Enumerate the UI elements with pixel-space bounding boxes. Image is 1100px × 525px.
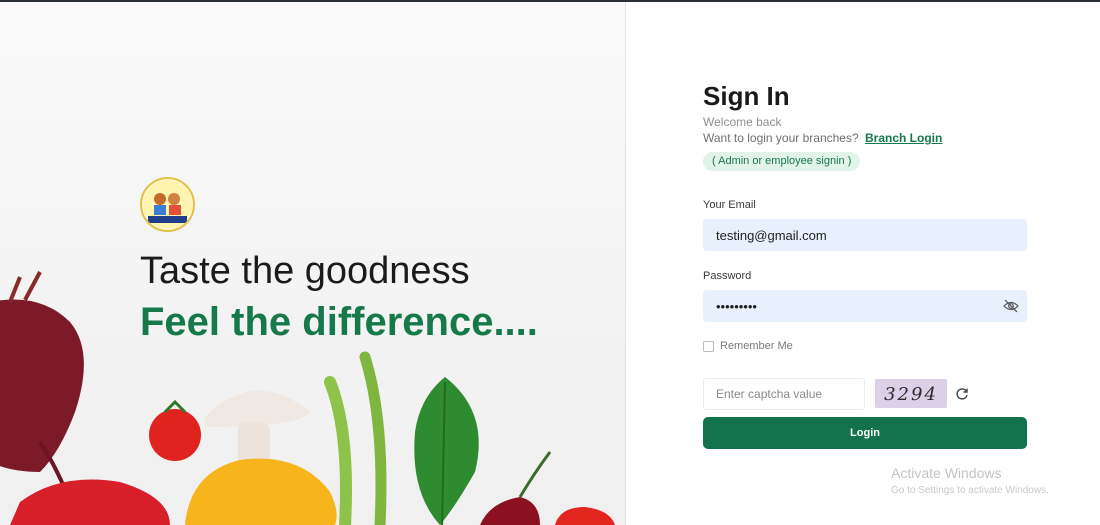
activate-windows-title: Activate Windows <box>891 465 1002 481</box>
remember-checkbox[interactable] <box>703 340 714 352</box>
page-title: Sign In <box>703 81 790 111</box>
eye-off-icon[interactable] <box>1003 299 1019 313</box>
password-label: Password <box>703 270 752 282</box>
activate-windows-subtitle: Go to Settings to activate Windows. <box>891 485 1049 496</box>
panel-divider <box>625 2 626 525</box>
welcome-text: Welcome back <box>703 115 782 129</box>
role-badge: ( Admin or employee signin ) <box>703 152 861 171</box>
email-label: Your Email <box>703 199 756 211</box>
remember-label: Remember Me <box>720 340 793 352</box>
password-field[interactable] <box>703 290 1027 322</box>
refresh-icon[interactable] <box>955 387 969 401</box>
hero-panel: Taste the goodness Feel the difference..… <box>0 2 625 525</box>
remember-me[interactable]: Remember Me <box>703 340 793 352</box>
login-button[interactable]: Login <box>703 417 1027 449</box>
branch-login-link[interactable]: Branch Login <box>865 131 942 145</box>
captcha-image: 3294 <box>875 379 947 408</box>
branch-prompt-text: Want to login your branches? <box>703 131 859 145</box>
brand-logo <box>140 177 195 232</box>
email-field[interactable] <box>703 219 1027 251</box>
captcha-input[interactable] <box>703 378 865 410</box>
branch-login-prompt: Want to login your branches? Branch Logi… <box>703 131 942 145</box>
tagline-secondary: Feel the difference.... <box>140 300 538 344</box>
tagline-primary: Taste the goodness <box>140 250 470 292</box>
